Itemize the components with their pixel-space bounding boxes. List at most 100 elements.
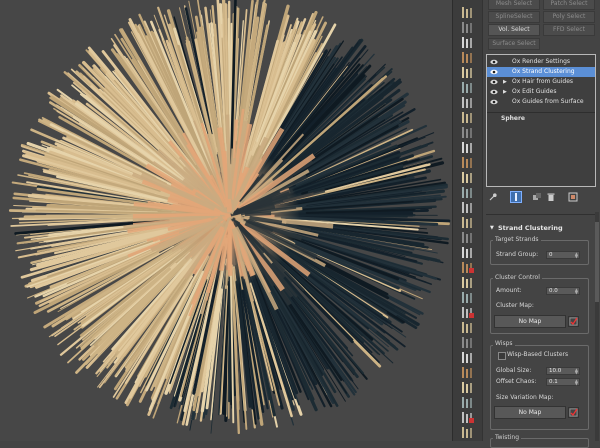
group-title: Wisps [493, 340, 515, 348]
spinner-arrows-icon[interactable]: ▲▼ [575, 368, 578, 374]
hair-clump [228, 220, 230, 270]
stack-toolbar [486, 190, 596, 204]
make-unique-icon[interactable] [532, 192, 542, 202]
surface-select-button[interactable]: Surface Select [488, 38, 540, 50]
amount-spinner[interactable]: 0.0 ▲▼ [546, 287, 580, 295]
stack-item-ox-edit-guides[interactable]: ▶ Ox Edit Guides [487, 87, 595, 97]
amount-label: Amount: [496, 287, 522, 295]
expand-arrow-icon[interactable]: ▶ [503, 77, 507, 87]
modifier-tool-icon[interactable] [460, 186, 475, 199]
modifier-tool-icon[interactable] [460, 351, 475, 364]
modifier-stack-list[interactable]: Ox Render Settings Ox Strand Clustering … [486, 54, 596, 187]
modifier-tool-icon[interactable] [460, 366, 475, 379]
modifier-tool-icon[interactable] [460, 216, 475, 229]
eye-icon[interactable] [490, 58, 498, 66]
size-variation-map-label: Size Variation Map: [496, 394, 553, 402]
show-end-result-icon[interactable] [510, 191, 522, 203]
modifier-tool-icon[interactable] [460, 246, 475, 259]
stack-item-ox-hair-from-guides[interactable]: ▶ Ox Hair from Guides [487, 77, 595, 87]
modifier-tool-icon[interactable] [460, 156, 475, 169]
cluster-map-clear-button[interactable] [568, 316, 579, 327]
modifier-tool-icon[interactable] [460, 66, 475, 79]
pin-stack-icon[interactable] [488, 192, 498, 202]
vol-select-button[interactable]: Vol. Select [488, 24, 540, 36]
scrollbar-thumb[interactable] [595, 222, 599, 302]
strand-group-label: Strand Group: [496, 251, 538, 259]
modifier-tool-icon[interactable] [460, 111, 475, 124]
modifier-toolstrip [452, 0, 483, 441]
modifier-tool-icon[interactable] [460, 201, 475, 214]
ffd-select-button[interactable]: FFD Select [543, 24, 595, 36]
modifier-tool-icon[interactable] [460, 81, 475, 94]
spinner-value: 10.0 [549, 368, 561, 374]
stack-item-sphere[interactable]: Sphere [487, 114, 595, 124]
modifier-tool-icon[interactable] [460, 6, 475, 19]
wisp-based-clusters-label: Wisp-Based Clusters [507, 351, 568, 359]
spinner-value: 0 [549, 252, 553, 258]
modifier-tool-icon[interactable] [460, 291, 475, 304]
modifier-tool-icon[interactable] [460, 426, 475, 439]
modifier-tool-icon[interactable] [460, 381, 475, 394]
rollout-toggle-icon[interactable]: ▼ [490, 223, 494, 233]
stack-item-ox-guides-from-surface[interactable]: Ox Guides from Surface [487, 97, 595, 107]
modifier-tool-icon[interactable] [460, 96, 475, 109]
global-size-spinner[interactable]: 10.0 ▲▼ [546, 367, 580, 375]
panel-scrollbar[interactable] [595, 212, 599, 441]
spline-select-button[interactable]: SplineSelect [488, 11, 540, 23]
modifier-label: Ox Hair from Guides [512, 77, 573, 87]
global-size-label: Global Size: [496, 367, 531, 375]
stack-item-ox-strand-clustering[interactable]: Ox Strand Clustering [487, 67, 595, 77]
spinner-value: 0.0 [549, 288, 558, 294]
offset-chaos-spinner[interactable]: 0.1 ▲▼ [546, 378, 580, 386]
expand-arrow-icon[interactable]: ▶ [503, 87, 507, 97]
stack-divider [487, 112, 595, 113]
eye-icon[interactable] [490, 68, 498, 76]
spinner-arrows-icon[interactable]: ▲▼ [575, 288, 578, 294]
viewport[interactable] [0, 0, 452, 441]
mesh-select-button[interactable]: Mesh Select [488, 0, 540, 10]
eye-icon[interactable] [490, 88, 498, 96]
modifier-tool-icon[interactable] [460, 306, 475, 319]
modifier-tool-icon[interactable] [460, 126, 475, 139]
hair-strand [229, 278, 230, 401]
cluster-map-label: Cluster Map: [496, 302, 534, 310]
modifier-tool-icon[interactable] [460, 141, 475, 154]
size-variation-map-button[interactable]: No Map [494, 406, 566, 419]
modifier-tool-icon[interactable] [460, 321, 475, 334]
wisp-based-clusters-checkbox[interactable] [498, 352, 506, 360]
patch-select-button[interactable]: Patch Select [543, 0, 595, 10]
stack-item-ox-render-settings[interactable]: Ox Render Settings [487, 57, 595, 67]
configure-modifier-sets-icon[interactable] [568, 192, 578, 202]
eye-icon[interactable] [490, 98, 498, 106]
spinner-value: 0.1 [549, 379, 558, 385]
group-title: Target Strands [493, 236, 541, 244]
strand-group-spinner[interactable]: 0 ▲▼ [546, 251, 580, 259]
modifier-tool-icon[interactable] [460, 276, 475, 289]
base-object-label: Sphere [501, 114, 525, 124]
modifier-tool-icon[interactable] [460, 261, 475, 274]
modifier-label: Ox Strand Clustering [512, 67, 575, 77]
offset-chaos-label: Offset Chaos: [496, 378, 536, 386]
modifier-tool-icon[interactable] [460, 51, 475, 64]
eye-icon[interactable] [490, 78, 498, 86]
rollout-title: Strand Clustering [498, 223, 563, 233]
modifier-tool-icon[interactable] [460, 171, 475, 184]
spinner-arrows-icon[interactable]: ▲▼ [575, 252, 578, 258]
map-toggle-icon [569, 408, 578, 417]
modifier-tool-icon[interactable] [460, 411, 475, 424]
remove-modifier-icon[interactable] [546, 192, 556, 202]
modifier-tool-icon[interactable] [460, 231, 475, 244]
modifier-tool-icon[interactable] [460, 396, 475, 409]
spinner-arrows-icon[interactable]: ▲▼ [575, 379, 578, 385]
hair-ball-render [0, 0, 452, 441]
modifier-label: Ox Render Settings [512, 57, 570, 67]
size-variation-map-clear-button[interactable] [568, 407, 579, 418]
modifier-tool-icon[interactable] [460, 36, 475, 49]
modifier-label: Ox Guides from Surface [512, 97, 584, 107]
cluster-map-button[interactable]: No Map [494, 315, 566, 328]
modifier-tool-icon[interactable] [460, 21, 475, 34]
poly-select-button[interactable]: Poly Select [543, 11, 595, 23]
modifier-tool-icon[interactable] [460, 336, 475, 349]
rollout-header-strand-clustering[interactable]: ▼ Strand Clustering [488, 223, 596, 233]
hair-clump [228, 115, 230, 199]
